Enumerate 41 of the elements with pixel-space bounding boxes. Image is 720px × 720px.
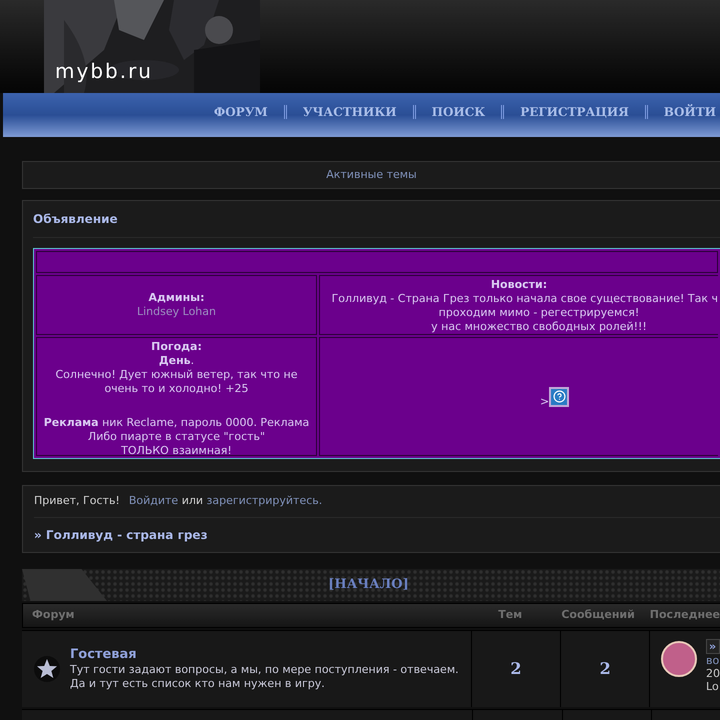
login-prompt: Войдите или зарегистрируйтесь. xyxy=(128,493,322,510)
nav-link[interactable]: ФОРУМ xyxy=(210,103,272,121)
last-post-link[interactable]: » xyxy=(706,639,720,654)
avatar xyxy=(661,641,698,677)
column-header: Форум xyxy=(31,607,76,624)
news-text: у нас множество свободных ролей!!! xyxy=(430,320,647,334)
weather-time: День. xyxy=(158,354,194,368)
last-post-text: во xyxy=(706,654,720,667)
greeting-text: Привет, Гость! xyxy=(34,493,120,510)
column-header: Тем xyxy=(497,607,524,624)
weather-text: Солнечно! Дует южный ветер, так что не очень то и холодно! +25 xyxy=(54,368,298,396)
column-header: Последнее xyxy=(648,607,720,624)
posts-cell: 2 xyxy=(561,631,650,707)
topics-cell: 2 xyxy=(472,631,562,707)
nav-link[interactable]: ВОЙТИ xyxy=(660,103,720,121)
admin-link[interactable]: Lindsey Lohan xyxy=(137,305,216,319)
column-header: Сообщений xyxy=(560,607,636,624)
news-label: Новости: xyxy=(490,278,548,292)
nav-link[interactable]: УЧАСТНИКИ xyxy=(298,103,401,121)
nav-link[interactable]: ПОИСК xyxy=(428,103,490,121)
ad-text: Либо пиарте в статусе "гость" xyxy=(88,430,266,444)
forum-title[interactable]: Гостевая xyxy=(70,647,470,663)
register-link[interactable]: зарегистрируйтесь. xyxy=(206,494,322,508)
nav-link[interactable]: РЕГИСТРАЦИЯ xyxy=(516,103,633,121)
weather-label: Погода: xyxy=(151,340,202,354)
login-link[interactable]: Войдите xyxy=(128,494,178,508)
last-post-text: 20 xyxy=(706,667,720,680)
image-prefix: > xyxy=(540,394,550,408)
forum-description: Тут гости задают вопросы, а мы, по мере поступления - отвечаем. Да и тут есть список кто нам нужен в игру. xyxy=(70,663,460,691)
news-text: проходим мимо - регестрируемся! xyxy=(438,306,640,320)
ad-text: ТОЛЬКО взаимная! xyxy=(121,444,232,458)
news-text: Голливуд - Страна Грез только начала свое существование! Так ч xyxy=(332,292,718,306)
last-post-text: Lo xyxy=(706,680,720,693)
breadcrumb-link[interactable]: » Голливуд - страна грез xyxy=(34,526,208,544)
site-logo[interactable]: mybb.ru xyxy=(55,56,153,86)
ad-text: Реклама ник Reclame, пароль 0000. Реклама xyxy=(44,416,310,430)
announcement-title: Объявление xyxy=(33,211,118,228)
admins-label: Админы: xyxy=(148,291,205,305)
broken-image-icon xyxy=(549,386,570,406)
category-title[interactable]: [НАЧАЛО] xyxy=(328,575,409,595)
active-topics-link[interactable]: Активные темы xyxy=(326,166,417,184)
